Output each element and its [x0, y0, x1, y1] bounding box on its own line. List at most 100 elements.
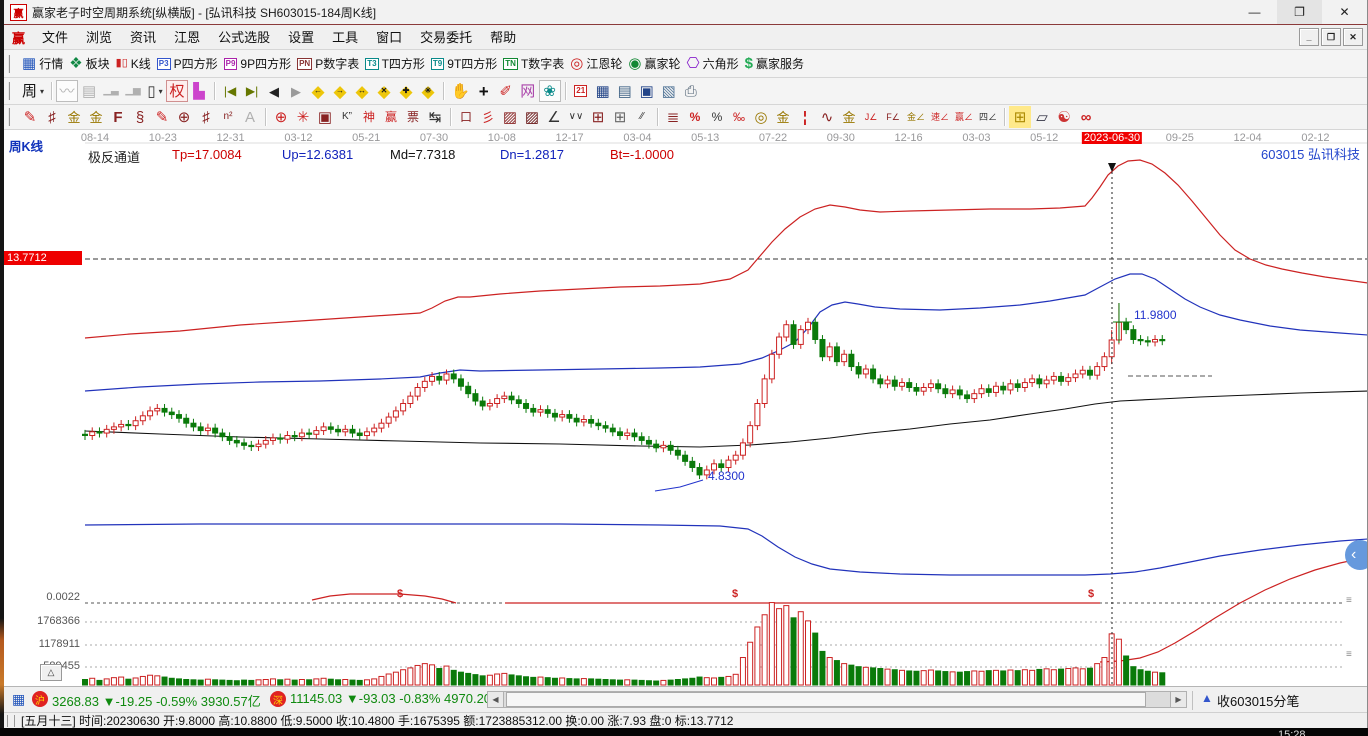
market-grid-icon[interactable]: ▦	[12, 691, 25, 708]
tool-pct-red[interactable]: %	[684, 106, 706, 128]
tool-n2-grid[interactable]: n²	[217, 106, 239, 128]
tool-wave[interactable]: ∿	[816, 106, 838, 128]
tool-rays[interactable]: 彡	[477, 106, 499, 128]
restore-button[interactable]: ❐	[1277, 0, 1322, 24]
tool-candle-style[interactable]: ▯ ▾	[144, 80, 166, 102]
tool-t-square[interactable]: T3 T四方形	[362, 53, 428, 75]
tool-yinyang[interactable]: ☯	[1053, 106, 1075, 128]
scroll-right-button[interactable]: ▶	[1170, 691, 1187, 708]
chart-canvas[interactable]: $ $ $	[4, 130, 1367, 686]
tool-angle-f[interactable]: F∠	[882, 106, 904, 128]
tool-print[interactable]: ⎙	[680, 80, 702, 102]
tool-bars-3[interactable]: ▁▃	[100, 80, 122, 102]
scrollbar-track[interactable]	[504, 691, 1170, 708]
tool-grid-b[interactable]: ⊞	[609, 106, 631, 128]
tool-period[interactable]: 周 ▾	[19, 80, 47, 102]
shanghai-index[interactable]: 3268.83 ▼-19.25 -0.59% 3930.57亿	[52, 691, 261, 710]
tool-go-next[interactable]: ▶	[285, 80, 307, 102]
tool-target-red[interactable]: ⊕	[270, 106, 292, 128]
tool-gold-grid-2[interactable]: 金	[85, 106, 107, 128]
tool-hexagon[interactable]: ⎔ 六角形	[684, 53, 742, 75]
tool-gold-levels-2[interactable]: 金	[838, 106, 860, 128]
menu-item-browse[interactable]: 浏览	[77, 28, 121, 47]
tool-f10-doc[interactable]: ▤	[78, 80, 100, 102]
tool-shen-grid[interactable]: 神	[358, 106, 380, 128]
chart-pane[interactable]: $ $ $ 08-14 10-23 12-31 03-12 05-21 07-30 10-08 1…	[4, 130, 1367, 686]
collapse-panel-button[interactable]: ‹	[1345, 540, 1367, 570]
tool-p-square[interactable]: P3 P四方形	[154, 53, 221, 75]
tool-f-grid[interactable]: F	[107, 106, 129, 128]
tool-grid-1[interactable]: ♯	[41, 106, 63, 128]
tool-bars-9[interactable]: ▁▅	[122, 80, 144, 102]
tool-gann-wheel[interactable]: ◎ 江恩轮	[567, 53, 625, 75]
menu-item-window[interactable]: 窗口	[367, 28, 411, 47]
tool-ruler-brush[interactable]: ¦	[794, 106, 816, 128]
tool-color-histogram[interactable]: ▙	[188, 80, 210, 102]
menu-item-settings[interactable]: 设置	[279, 28, 323, 47]
tool-rights-adjust[interactable]: 权	[166, 80, 189, 102]
pane-grip-icon[interactable]: ≡	[1346, 596, 1352, 606]
tool-infinity[interactable]: ∞	[1075, 106, 1097, 128]
tool-grid-a[interactable]: ⊞	[587, 106, 609, 128]
tool-grid-2[interactable]: ♯	[195, 106, 217, 128]
tool-cycle-cross[interactable]: ◆ ✕	[373, 80, 395, 102]
tool-piao-grid[interactable]: 票	[402, 106, 424, 128]
tool-star-target[interactable]: ✳	[292, 106, 314, 128]
tool-export-image[interactable]: ▧	[658, 80, 680, 102]
tool-sectors[interactable]: ❖ 板块	[66, 53, 112, 75]
menu-item-news[interactable]: 资讯	[121, 28, 165, 47]
expand-volume-button[interactable]: △	[40, 664, 62, 681]
tool-spiral[interactable]: §	[129, 106, 151, 128]
tool-angle-ying[interactable]: 赢∠	[952, 106, 976, 128]
tool-box-tool[interactable]: 口	[455, 106, 477, 128]
tool-winner-wheel[interactable]: ◉ 赢家轮	[625, 53, 683, 75]
tool-cycle-plus[interactable]: ◆ ✚	[395, 80, 417, 102]
tick-chart-icon[interactable]: ▲	[1201, 691, 1213, 705]
tool-trend[interactable]: 〰	[56, 80, 79, 102]
tick-chart-label[interactable]: 收603015分笔	[1217, 691, 1299, 710]
tool-angle-lines[interactable]: ∠	[543, 106, 565, 128]
tool-memo[interactable]: ▤	[614, 80, 636, 102]
tool-pct[interactable]: %	[706, 106, 728, 128]
tool-k-marks[interactable]: K”	[336, 106, 358, 128]
tool-chart-region[interactable]: ▱	[1031, 106, 1053, 128]
tool-kline[interactable]: ▮▯ K线	[113, 53, 154, 75]
tool-p-table[interactable]: PN P数字表	[294, 53, 362, 75]
mdi-close-button[interactable]: ✕	[1343, 28, 1363, 46]
horizontal-scrollbar[interactable]: ◀ ▶	[487, 691, 1187, 708]
tool-cycle-left[interactable]: ◆ ←	[307, 80, 329, 102]
tool-angle-four[interactable]: 四∠	[976, 106, 1000, 128]
tool-gold-circle[interactable]: ◎	[750, 106, 772, 128]
tool-levels[interactable]: ≣	[662, 106, 684, 128]
tool-draw-brush[interactable]: ✎	[19, 106, 41, 128]
tool-t-table[interactable]: TN T数字表	[500, 53, 567, 75]
tool-cycle-both[interactable]: ◆ ↔	[351, 80, 373, 102]
tool-go-last[interactable]: ▶|	[241, 80, 263, 102]
tool-9t-square[interactable]: T9 9T四方形	[428, 53, 500, 75]
menu-item-trade[interactable]: 交易委托	[411, 28, 481, 47]
mdi-minimize-button[interactable]: _	[1299, 28, 1319, 46]
menu-item-tools[interactable]: 工具	[323, 28, 367, 47]
tool-ying-grid[interactable]: 赢	[380, 106, 402, 128]
tool-smart-tool[interactable]: ❀	[538, 80, 561, 102]
tool-angle-j[interactable]: J∠	[860, 106, 882, 128]
tool-save[interactable]: ▣	[636, 80, 658, 102]
menu-item-help[interactable]: 帮助	[481, 28, 525, 47]
tool-calculator[interactable]: ▦	[592, 80, 614, 102]
tool-w-lines[interactable]: ∨∨	[565, 106, 587, 128]
tool-net-tool[interactable]: 网	[517, 80, 539, 102]
tool-quotes[interactable]: ▦ 行情	[19, 53, 66, 75]
tool-calendar[interactable]: 21	[570, 80, 592, 102]
tool-go-prev[interactable]: ◀	[263, 80, 285, 102]
tool-yellow-grid[interactable]: ⊞	[1009, 106, 1032, 128]
scroll-left-button[interactable]: ◀	[487, 691, 504, 708]
tool-pct-lines[interactable]: ‰	[728, 106, 750, 128]
tool-angle-pick[interactable]: ✐	[495, 80, 517, 102]
tool-angle-gold[interactable]: 金∠	[904, 106, 928, 128]
tool-parallel[interactable]: ∕∕	[631, 106, 653, 128]
tool-fan-box[interactable]: ▨	[499, 106, 521, 128]
tool-gold-levels[interactable]: 金	[772, 106, 794, 128]
scrollbar-thumb[interactable]	[506, 692, 1146, 707]
tool-9p-square[interactable]: P9 9P四方形	[221, 53, 294, 75]
menu-item-formula-picker[interactable]: 公式选股	[209, 28, 279, 47]
